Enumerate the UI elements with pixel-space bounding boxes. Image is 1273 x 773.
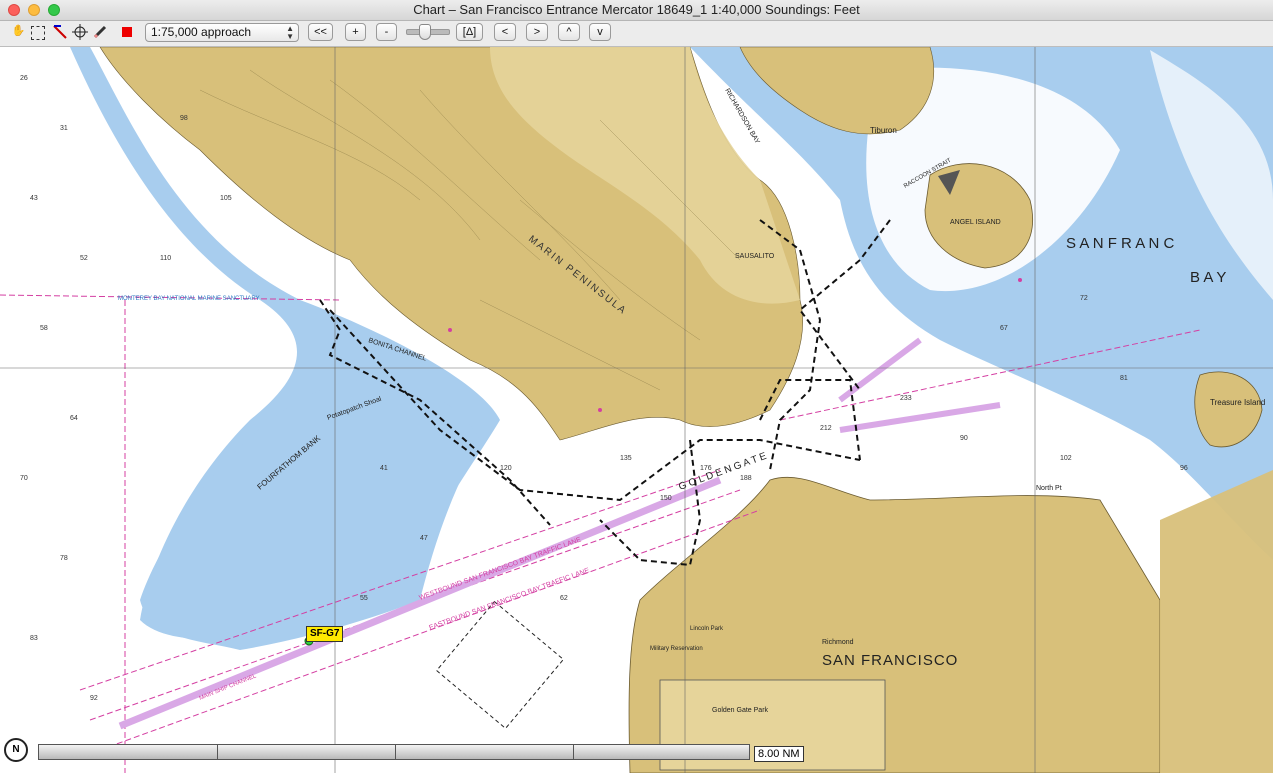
sounding: 90: [960, 435, 968, 442]
select-rect-tool-icon[interactable]: [31, 26, 45, 40]
select-arrows-icon: ▲ ▼: [286, 24, 294, 41]
toolbar: ✋ 1:75,000 approach ▲ ▼ << + - [Δ] < > ^ …: [0, 21, 1273, 47]
angel-island-label: ANGEL ISLAND: [950, 219, 1001, 226]
sounding: 96: [1180, 465, 1188, 472]
sounding: 72: [1080, 295, 1088, 302]
route-tool-icon[interactable]: [71, 24, 88, 41]
treasure-island-label: Treasure Island: [1210, 398, 1265, 407]
pan-left-button[interactable]: <: [494, 23, 516, 41]
buoy-icon: [448, 328, 452, 332]
nautical-chart-canvas[interactable]: 26 31 43 52 58 64 70 78 83 92 98 105 110…: [0, 47, 1273, 773]
title-bar: Chart – San Francisco Entrance Mercator …: [0, 0, 1273, 21]
sounding: 188: [740, 475, 752, 482]
sanctuary-label: MONTEREY BAY NATIONAL MARINE SANCTUARY: [118, 296, 260, 302]
sounding: 81: [1120, 375, 1128, 382]
sounding: 64: [70, 415, 78, 422]
sounding: 70: [20, 475, 28, 482]
sounding: 120: [500, 465, 512, 472]
sounding: 233: [900, 395, 912, 402]
sounding: 43: [30, 195, 38, 202]
san-francisco-label: SAN FRANCISCO: [822, 652, 958, 669]
richmond-label: Richmond: [822, 639, 854, 646]
sounding: 212: [820, 425, 832, 432]
zoom-in-button[interactable]: +: [345, 23, 366, 41]
sounding: 62: [560, 595, 568, 602]
buoy-icon: [598, 408, 602, 412]
waypoint-label[interactable]: SF-G7: [306, 626, 344, 642]
first-page-button[interactable]: <<: [308, 23, 333, 41]
zoom-out-button[interactable]: -: [376, 23, 397, 41]
window-title: Chart – San Francisco Entrance Mercator …: [413, 2, 860, 17]
sounding: 92: [90, 695, 98, 702]
sounding: 26: [20, 75, 28, 82]
hand-tool-icon[interactable]: ✋: [10, 24, 27, 41]
measure-tool-icon[interactable]: [51, 24, 68, 41]
sounding: 47: [420, 535, 428, 542]
chart-scale-value: 1:75,000 approach: [151, 25, 252, 39]
chart-scale-select[interactable]: 1:75,000 approach ▲ ▼: [145, 23, 299, 42]
military-reservation-label: Military Reservation: [650, 646, 703, 652]
golden-gate-park-label: Golden Gate Park: [712, 707, 769, 714]
lincoln-park-label: Lincoln Park: [690, 626, 724, 632]
sounding: 135: [620, 455, 632, 462]
san-franc-label: S A N F R A N C: [1066, 235, 1175, 252]
scale-tick: [573, 745, 574, 759]
sounding: 55: [360, 595, 368, 602]
east-waterfront-land: [1160, 470, 1273, 773]
sounding: 150: [660, 495, 672, 502]
sounding: 41: [380, 465, 388, 472]
pan-right-button[interactable]: >: [526, 23, 548, 41]
pan-down-button[interactable]: v: [589, 23, 611, 41]
bay-label: B A Y: [1190, 269, 1226, 286]
sounding: 102: [1060, 455, 1072, 462]
zoom-slider-knob[interactable]: [419, 24, 431, 40]
north-pt-label: North Pt: [1036, 485, 1062, 492]
distance-scale-bar: [38, 744, 750, 760]
fit-button[interactable]: [Δ]: [456, 23, 483, 41]
sounding: 105: [220, 195, 232, 202]
sounding: 110: [160, 255, 171, 262]
sounding: 58: [40, 325, 48, 332]
tiburon-label: Tiburon: [870, 126, 897, 135]
sounding: 31: [60, 125, 68, 132]
sounding: 98: [180, 115, 188, 122]
scale-tick: [395, 745, 396, 759]
north-compass-icon[interactable]: N: [4, 738, 28, 762]
sausalito-label: SAUSALITO: [735, 253, 775, 260]
zoom-slider[interactable]: [406, 24, 450, 40]
sounding: 83: [30, 635, 38, 642]
sounding: 52: [80, 255, 88, 262]
pencil-tool-icon[interactable]: [91, 24, 108, 41]
pan-up-button[interactable]: ^: [558, 23, 580, 41]
scale-distance-label: 8.00 NM: [754, 746, 804, 762]
buoy-icon: [1018, 278, 1022, 282]
stop-record-icon[interactable]: [118, 24, 135, 41]
sounding: 67: [1000, 325, 1008, 332]
sounding: 78: [60, 555, 68, 562]
scale-tick: [217, 745, 218, 759]
